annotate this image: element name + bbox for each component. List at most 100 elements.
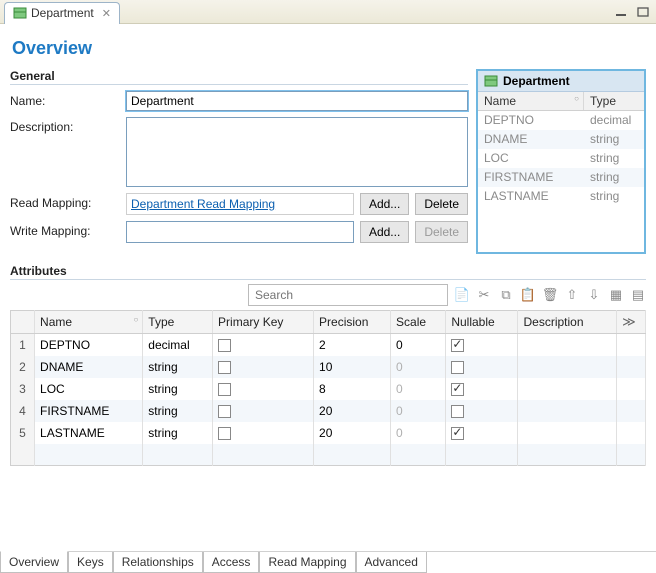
col-nullable[interactable]: Nullable	[446, 311, 518, 334]
read-mapping-add-button[interactable]: Add...	[360, 193, 409, 215]
cell-pk[interactable]	[213, 378, 314, 400]
maximize-icon[interactable]	[634, 4, 652, 20]
cell-pk[interactable]	[213, 356, 314, 378]
cell-more	[617, 356, 646, 378]
cell-rownum: 2	[11, 356, 35, 378]
checkbox[interactable]	[451, 427, 464, 440]
cell-nullable[interactable]	[446, 356, 518, 378]
read-mapping-delete-button[interactable]: Delete	[415, 193, 468, 215]
cell-scale[interactable]: 0	[391, 378, 446, 400]
cell-more	[617, 378, 646, 400]
col-description[interactable]: Description	[518, 311, 617, 334]
cell-scale[interactable]: 0	[391, 422, 446, 444]
tab-advanced[interactable]: Advanced	[356, 552, 427, 573]
list-item: DNAMEstring	[478, 130, 644, 149]
col-more[interactable]: ≫	[617, 311, 646, 334]
cell-precision[interactable]: 20	[314, 422, 391, 444]
write-mapping-input[interactable]	[126, 221, 354, 243]
checkbox[interactable]	[218, 339, 231, 352]
read-mapping-field: Department Read Mapping	[126, 193, 354, 215]
cell-desc[interactable]	[518, 400, 617, 422]
table-row[interactable]: 4FIRSTNAMEstring200	[11, 400, 646, 422]
write-mapping-add-button[interactable]: Add...	[360, 221, 409, 243]
delete-icon[interactable]: 🗑	[542, 287, 558, 303]
checkbox[interactable]	[218, 383, 231, 396]
cell-scale[interactable]: 0	[391, 334, 446, 356]
cell-rownum: 3	[11, 378, 35, 400]
cut-icon[interactable]: ✂	[476, 287, 492, 303]
cell-name[interactable]: DEPTNO	[35, 334, 143, 356]
checkbox[interactable]	[218, 405, 231, 418]
cell-type[interactable]: string	[143, 378, 213, 400]
tab-overview[interactable]: Overview	[0, 551, 68, 573]
cell-precision[interactable]: 20	[314, 400, 391, 422]
col-pk[interactable]: Primary Key	[213, 311, 314, 334]
copy-icon[interactable]: ⧉	[498, 287, 514, 303]
cell-pk[interactable]	[213, 400, 314, 422]
description-input[interactable]	[126, 117, 468, 187]
cell-type[interactable]: decimal	[143, 334, 213, 356]
move-down-icon[interactable]: ⇩	[586, 287, 602, 303]
cell-more	[617, 334, 646, 356]
move-up-icon[interactable]: ⇧	[564, 287, 580, 303]
tab-access[interactable]: Access	[203, 552, 260, 573]
checkbox[interactable]	[451, 339, 464, 352]
read-mapping-label: Read Mapping:	[10, 193, 120, 210]
cell-nullable[interactable]	[446, 334, 518, 356]
editor-tab-department[interactable]: Department ✕	[4, 2, 120, 24]
checkbox[interactable]	[451, 361, 464, 374]
attributes-table: Name Type Primary Key Precision Scale Nu…	[10, 310, 646, 466]
new-icon[interactable]: 📄	[454, 287, 470, 303]
cell-nullable[interactable]	[446, 378, 518, 400]
cell-type[interactable]: string	[143, 356, 213, 378]
cell-name[interactable]: LOC	[35, 378, 143, 400]
close-icon[interactable]: ✕	[102, 7, 111, 20]
checkbox[interactable]	[451, 383, 464, 396]
table-row[interactable]: 2DNAMEstring 100	[11, 356, 646, 378]
cell-precision[interactable]: 2	[314, 334, 391, 356]
paste-icon[interactable]: 📋	[520, 287, 536, 303]
read-mapping-link[interactable]: Department Read Mapping	[131, 197, 275, 211]
cell-precision[interactable]: 8	[314, 378, 391, 400]
entity-preview-title: Department	[503, 74, 570, 88]
table-row[interactable]: 5LASTNAMEstring200	[11, 422, 646, 444]
table-row[interactable]: 1DEPTNOdecimal20	[11, 334, 646, 356]
cell-nullable[interactable]	[446, 400, 518, 422]
cell-name[interactable]: DNAME	[35, 356, 143, 378]
table-row[interactable]: 3LOCstring 80	[11, 378, 646, 400]
checkbox[interactable]	[218, 361, 231, 374]
tab-keys[interactable]: Keys	[68, 552, 113, 573]
col-precision[interactable]: Precision	[314, 311, 391, 334]
general-section: General Name: Description: Read Mapping:…	[10, 69, 468, 254]
tab-read-mapping[interactable]: Read Mapping	[259, 552, 355, 573]
view-detail-icon[interactable]: ▤	[630, 287, 646, 303]
checkbox[interactable]	[451, 405, 464, 418]
cell-desc[interactable]	[518, 378, 617, 400]
minimize-icon[interactable]	[612, 4, 630, 20]
checkbox[interactable]	[218, 427, 231, 440]
cell-scale[interactable]: 0	[391, 400, 446, 422]
preview-col-name[interactable]: Name	[478, 92, 584, 110]
cell-type[interactable]: string	[143, 422, 213, 444]
name-input[interactable]	[126, 91, 468, 111]
col-type[interactable]: Type	[143, 311, 213, 334]
cell-desc[interactable]	[518, 422, 617, 444]
col-scale[interactable]: Scale	[391, 311, 446, 334]
cell-name[interactable]: LASTNAME	[35, 422, 143, 444]
cell-type[interactable]: string	[143, 400, 213, 422]
cell-scale[interactable]: 0	[391, 356, 446, 378]
cell-desc[interactable]	[518, 334, 617, 356]
cell-name[interactable]: FIRSTNAME	[35, 400, 143, 422]
cell-desc[interactable]	[518, 356, 617, 378]
attributes-search-input[interactable]	[248, 284, 448, 306]
preview-col-type[interactable]: Type	[584, 92, 644, 110]
cell-precision[interactable]: 10	[314, 356, 391, 378]
name-label: Name:	[10, 91, 120, 108]
table-row-empty	[11, 444, 646, 466]
cell-pk[interactable]	[213, 422, 314, 444]
view-grid-icon[interactable]: ▦	[608, 287, 624, 303]
col-name[interactable]: Name	[35, 311, 143, 334]
tab-relationships[interactable]: Relationships	[113, 552, 203, 573]
cell-nullable[interactable]	[446, 422, 518, 444]
cell-pk[interactable]	[213, 334, 314, 356]
